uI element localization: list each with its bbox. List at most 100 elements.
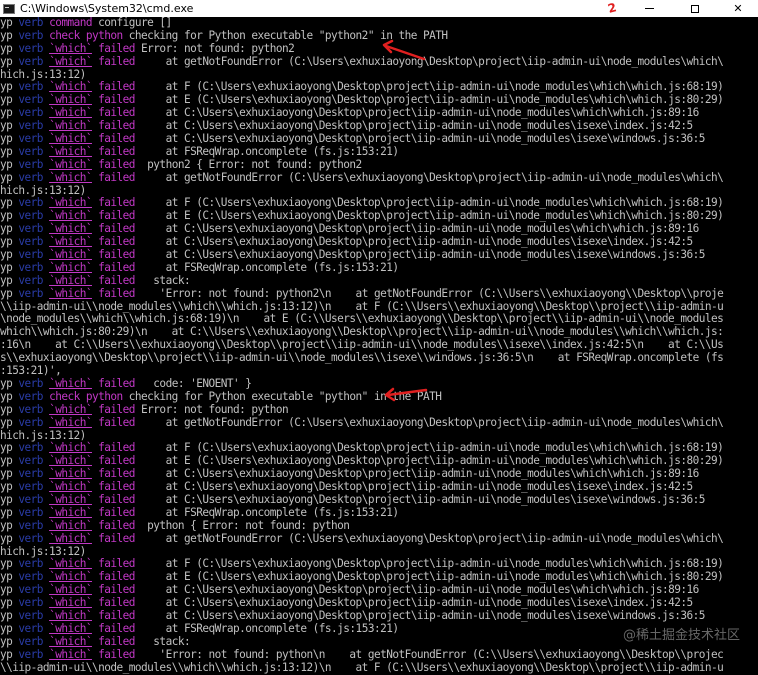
log-status: failed (98, 235, 135, 249)
log-message: at C:\Users\exhuxiaoyong\Desktop\project… (141, 222, 700, 236)
log-status: failed (98, 80, 135, 94)
log-source: yp (0, 235, 13, 249)
log-prefix: `which` (49, 144, 92, 158)
log-source: yp (0, 505, 13, 519)
minimize-button[interactable] (626, 0, 672, 17)
log-source: yp (0, 608, 13, 622)
log-prefix: `which` (49, 454, 92, 468)
log-prefix: `which` (49, 235, 92, 249)
log-prefix: `which` (49, 505, 92, 519)
log-source: yp (0, 170, 13, 184)
log-status: failed (98, 132, 135, 146)
log-message: code: 'ENOENT' } (141, 376, 252, 390)
log-status: failed (98, 518, 135, 532)
log-prefix: `which` (49, 402, 92, 416)
log-prefix: command (49, 17, 92, 29)
log-level: verb (18, 17, 43, 29)
log-prefix: `which` (49, 557, 92, 571)
log-source: yp (0, 402, 13, 416)
log-source: yp (0, 583, 13, 597)
log-source: yp (0, 106, 13, 120)
log-level: verb (18, 273, 43, 287)
log-message: python { Error: not found: python (141, 518, 350, 532)
log-prefix: `which` (49, 286, 92, 300)
log-message: at F (C:\Users\exhuxiaoyong\Desktop\proj… (141, 557, 724, 571)
log-message: at C:\Users\exhuxiaoyong\Desktop\project… (141, 608, 706, 622)
log-prefix: `which` (49, 492, 92, 506)
log-source: yp (0, 570, 13, 584)
maximize-button[interactable] (672, 0, 718, 17)
log-status: failed (98, 286, 135, 300)
log-level: verb (18, 196, 43, 210)
terminal-line: yp verb `which` failed at getNotFoundErr… (0, 170, 758, 185)
log-message: at getNotFoundError (C:\Users\exhuxiaoyo… (141, 531, 724, 545)
log-status: failed (98, 454, 135, 468)
log-prefix: `which` (49, 531, 92, 545)
log-status: failed (98, 492, 135, 506)
log-status: failed (98, 402, 135, 416)
log-level: verb (18, 608, 43, 622)
log-source: yp (0, 93, 13, 107)
log-level: verb (18, 41, 43, 55)
log-source: yp (0, 41, 13, 55)
log-message: at C:\Users\exhuxiaoyong\Desktop\project… (141, 106, 700, 120)
log-message: python2 { Error: not found: python2 (141, 157, 362, 171)
log-level: verb (18, 144, 43, 158)
log-source: yp (0, 157, 13, 171)
log-message: at C:\Users\exhuxiaoyong\Desktop\project… (141, 583, 700, 597)
log-prefix: `which` (49, 41, 92, 55)
log-message: at C:\Users\exhuxiaoyong\Desktop\project… (141, 492, 706, 506)
log-source: yp (0, 222, 13, 236)
log-level: verb (18, 492, 43, 506)
log-level: verb (18, 621, 43, 635)
log-status: failed (98, 106, 135, 120)
cmd-window: C:\Windows\System32\cmd.exe 2 ✕ yp verb … (0, 0, 758, 675)
log-prefix: `which` (49, 273, 92, 287)
log-level: verb (18, 518, 43, 532)
log-level: verb (18, 132, 43, 146)
log-source: yp (0, 119, 13, 133)
log-level: verb (18, 596, 43, 610)
log-message: checking for Python executable "python2"… (128, 28, 448, 42)
log-status: failed (98, 196, 135, 210)
log-status: failed (98, 608, 135, 622)
log-status: failed (98, 209, 135, 223)
log-message: s\\exhuxiaoyong\\Desktop\\project\\iip-a… (0, 351, 724, 365)
log-level: verb (18, 389, 43, 403)
log-source: yp (0, 621, 13, 635)
log-source: yp (0, 647, 13, 661)
log-prefix: `which` (49, 647, 92, 661)
log-prefix: `which` (49, 570, 92, 584)
log-source: yp (0, 260, 13, 274)
log-prefix: check python (49, 389, 123, 403)
log-prefix: `which` (49, 54, 92, 68)
log-message: hich.js:13:12) (0, 183, 86, 197)
log-level: verb (18, 454, 43, 468)
log-level: verb (18, 480, 43, 494)
log-status: failed (98, 157, 135, 171)
window-title: C:\Windows\System32\cmd.exe (20, 2, 194, 15)
log-message: 'Error: not found: python2\n at getNotFo… (141, 286, 724, 300)
log-prefix: `which` (49, 376, 92, 390)
log-level: verb (18, 93, 43, 107)
log-message: \node_modules\\which\\which.js:68:19)\n … (0, 312, 724, 326)
terminal-line: s\\exhuxiaoyong\\Desktop\\project\\iip-a… (0, 351, 758, 365)
log-level: verb (18, 222, 43, 236)
log-status: failed (98, 273, 135, 287)
title-bar[interactable]: C:\Windows\System32\cmd.exe 2 ✕ (0, 0, 758, 17)
log-message: at E (C:\Users\exhuxiaoyong\Desktop\proj… (141, 209, 724, 223)
log-message: hich.js:13:12) (0, 428, 86, 442)
log-level: verb (18, 467, 43, 481)
log-prefix: `which` (49, 80, 92, 94)
log-status: failed (98, 144, 135, 158)
log-status: failed (98, 222, 135, 236)
close-button[interactable]: ✕ (718, 0, 758, 17)
log-source: yp (0, 209, 13, 223)
log-level: verb (18, 376, 43, 390)
log-source: yp (0, 634, 13, 648)
log-prefix: `which` (49, 222, 92, 236)
log-source: yp (0, 492, 13, 506)
log-source: yp (0, 415, 13, 429)
terminal-output[interactable]: yp verb command configure [] yp verb chec… (0, 17, 758, 675)
log-source: yp (0, 596, 13, 610)
